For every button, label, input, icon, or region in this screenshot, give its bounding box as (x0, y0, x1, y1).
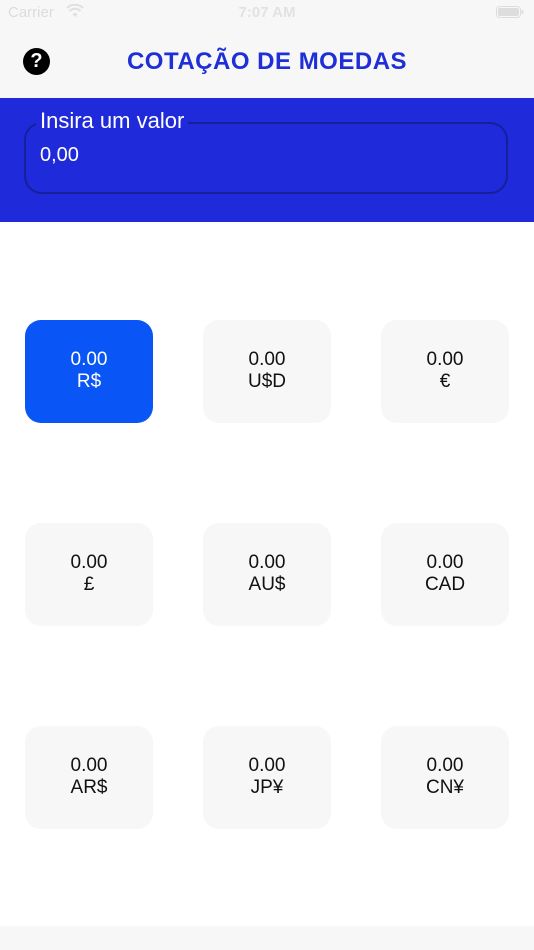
currency-card-jpy[interactable]: 0.00 JP¥ (203, 726, 331, 829)
currency-value: 0.00 (248, 349, 286, 370)
currency-value: 0.00 (248, 755, 286, 776)
currency-card-usd[interactable]: 0.00 U$D (203, 320, 331, 423)
currency-card-cny[interactable]: 0.00 CN¥ (381, 726, 509, 829)
currency-code: R$ (76, 371, 102, 392)
status-time: 7:07 AM (238, 4, 296, 21)
app-screen: Carrier 7:07 AM ? COTAÇÃO DE MOEDAS Insi… (0, 0, 534, 950)
amount-field-label: Insira um valor (36, 108, 189, 134)
page-title: COTAÇÃO DE MOEDAS (126, 48, 408, 75)
currency-code: JP¥ (250, 777, 284, 798)
app-header: ? COTAÇÃO DE MOEDAS (0, 28, 534, 98)
currency-value: 0.00 (426, 755, 464, 776)
currency-card-cad[interactable]: 0.00 CAD (381, 523, 509, 626)
currency-value: 0.00 (248, 552, 286, 573)
currency-value: 0.00 (426, 552, 464, 573)
amount-input[interactable] (40, 144, 480, 167)
currency-value: 0.00 (70, 349, 108, 370)
currency-card-aud[interactable]: 0.00 AU$ (203, 523, 331, 626)
currency-code: AU$ (248, 574, 286, 595)
currency-code: U$D (247, 371, 286, 392)
currency-code: CAD (424, 574, 466, 595)
currency-code: £ (83, 574, 95, 595)
currency-value: 0.00 (426, 349, 464, 370)
amount-input-section: Insira um valor (0, 98, 534, 222)
currency-code: € (439, 371, 451, 392)
currency-card-brl[interactable]: 0.00 R$ (25, 320, 153, 423)
amount-field[interactable]: Insira um valor (24, 108, 508, 194)
status-bar: Carrier 7:07 AM (0, 0, 534, 28)
currency-card-ars[interactable]: 0.00 AR$ (25, 726, 153, 829)
bottom-bar (0, 926, 534, 950)
battery-icon (496, 6, 524, 18)
currency-value: 0.00 (70, 552, 108, 573)
currency-code: AR$ (70, 777, 108, 798)
currency-value: 0.00 (70, 755, 108, 776)
currency-card-gbp[interactable]: 0.00 £ (25, 523, 153, 626)
currency-grid: 0.00 R$ 0.00 U$D 0.00 € 0.00 £ 0.00 AU$ … (0, 222, 534, 926)
currency-code: CN¥ (425, 777, 464, 798)
currency-card-eur[interactable]: 0.00 € (381, 320, 509, 423)
